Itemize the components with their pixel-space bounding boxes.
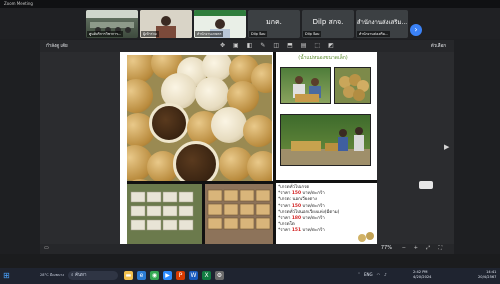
secondary-clock: 2:42 PM 4/20/2024 [413, 270, 432, 279]
chevron-right-icon[interactable]: ▶ [444, 143, 449, 151]
save-icon[interactable]: ◩ [328, 42, 334, 49]
presentation-slide: (น้ำแม่หนองขนาดเล็ก) *เกรดทั่วไปเกรด *รา… [120, 52, 377, 244]
volume-icon[interactable]: ♪ [384, 272, 387, 277]
participant-tile[interactable]: สำนักงานเกษตร [194, 10, 246, 38]
window-title: Zoom Meeting [4, 1, 33, 6]
viewer-controls: ▭ 77% − + ⤢ ⛶ [40, 244, 454, 254]
participant-tile[interactable]: สำนักงานส่งเสริม... สำนักงานส่งเสริม... [356, 10, 408, 38]
eraser-icon[interactable]: ▤ [301, 42, 307, 49]
view-options-button[interactable]: ตัวเลือก [431, 42, 446, 49]
system-tray: ˄ ENG ◠ ♪ [358, 272, 387, 277]
next-participants-button[interactable]: › [410, 24, 422, 36]
participant-name: ผู้เข้าร่วม [141, 31, 159, 37]
farmer-photo [280, 67, 331, 104]
settings-icon[interactable]: ⚙ [215, 271, 224, 280]
participant-name: สำนักงานส่งเสริม... [357, 31, 391, 37]
participant-name: Dilp จ้อม [303, 31, 322, 37]
annotation-tools: ✥ ▣ ◧ ✎ ◫ ⬒ ▤ ⬚ ◩ [220, 42, 334, 49]
file-explorer-icon[interactable]: ▬ [124, 271, 133, 280]
participant-name: ศูนย์บริการวิชาการ... [87, 31, 124, 37]
excel-icon[interactable]: X [202, 271, 211, 280]
share-toolbar: กำลังดู เต้ย ✥ ▣ ◧ ✎ ◫ ⬒ ▤ ⬚ ◩ ตัวเลือก [40, 40, 454, 52]
participant-strip: ศูนย์บริการวิชาการ... ผู้เข้าร่วม สำนักง… [0, 8, 500, 39]
zoom-icon[interactable]: ▶ [163, 271, 172, 280]
keyboard-language[interactable]: ENG [364, 272, 373, 277]
spotlight-icon[interactable]: ⬒ [287, 42, 293, 49]
baskets-photo-2 [205, 184, 273, 244]
longan-bunch-photo [334, 67, 371, 104]
zoom-out-icon[interactable]: − [402, 245, 406, 251]
wifi-icon[interactable]: ◠ [377, 272, 381, 277]
move-icon[interactable]: ✥ [220, 42, 225, 49]
stamp-icon[interactable]: ◫ [273, 42, 279, 49]
format-icon[interactable]: ⬚ [314, 42, 320, 49]
taskbar-clock[interactable]: 14:41 20/4/2567 [478, 270, 496, 280]
baskets-photo-1 [127, 184, 202, 244]
divider [276, 180, 377, 183]
participant-tile[interactable]: ศูนย์บริการวิชาการ... [86, 10, 138, 38]
zoom-in-icon[interactable]: + [414, 245, 418, 251]
zoom-level[interactable]: 77% [381, 245, 392, 251]
windows-start-icon[interactable]: ⊞ [3, 271, 10, 280]
participant-tile[interactable]: ผู้เข้าร่วม [140, 10, 192, 38]
orchard-photo [280, 114, 371, 166]
fullscreen-icon[interactable]: ⛶ [438, 245, 442, 251]
powerpoint-icon[interactable]: P [176, 271, 185, 280]
window-title-bar: Zoom Meeting [0, 0, 500, 8]
weather-widget[interactable]: 28°C มีเมฆบาง [40, 272, 64, 278]
select-icon[interactable]: ▣ [233, 42, 239, 49]
taskbar-search-input[interactable]: ⌕ ค้นหา [68, 271, 118, 280]
sharing-label: กำลังดู เต้ย [46, 44, 68, 49]
divider [273, 52, 276, 244]
edge-icon[interactable]: e [137, 271, 146, 280]
chrome-icon[interactable]: ◉ [150, 271, 159, 280]
meeting-controls-area [0, 254, 500, 268]
participant-tile[interactable]: มกค. Dilp จ้อม [248, 10, 300, 38]
text-icon[interactable]: ◧ [247, 42, 253, 49]
windows-taskbar: ⊞ 28°C มีเมฆบาง ⌕ ค้นหา ▬ e ◉ ▶ P W X ⚙ … [0, 268, 500, 284]
pinned-apps: ▬ e ◉ ▶ P W X ⚙ [124, 271, 224, 280]
chevron-right-icon: › [414, 25, 418, 34]
tooltip [419, 181, 433, 189]
fit-icon[interactable]: ⤢ [426, 245, 430, 251]
participant-display-name: Dilp สกจ. [312, 18, 344, 26]
word-icon[interactable]: W [189, 271, 198, 280]
chevron-up-icon[interactable]: ˄ [358, 272, 360, 277]
participant-tile[interactable]: Dilp สกจ. Dilp จ้อม [302, 10, 354, 38]
minimize-icon[interactable]: ▭ [44, 245, 49, 251]
participant-name: สำนักงานเกษตร [195, 31, 224, 37]
zoom-window: Zoom Meeting ศูนย์บริการวิชาการ... ผู้เข… [0, 0, 500, 284]
participant-display-name: มกค. [266, 18, 282, 26]
participant-name: Dilp จ้อม [249, 31, 268, 37]
slide-title: (น้ำแม่หนองขนาดเล็ก) [298, 55, 348, 61]
draw-icon[interactable]: ✎ [260, 42, 265, 49]
price-info: *เกรดทั่วไปเกรด *ราคา 150 บาท/ตะกร้า *เก… [278, 185, 374, 235]
participant-display-name: สำนักงานส่งเสริม... [356, 19, 408, 26]
longan-decoration [358, 232, 374, 242]
